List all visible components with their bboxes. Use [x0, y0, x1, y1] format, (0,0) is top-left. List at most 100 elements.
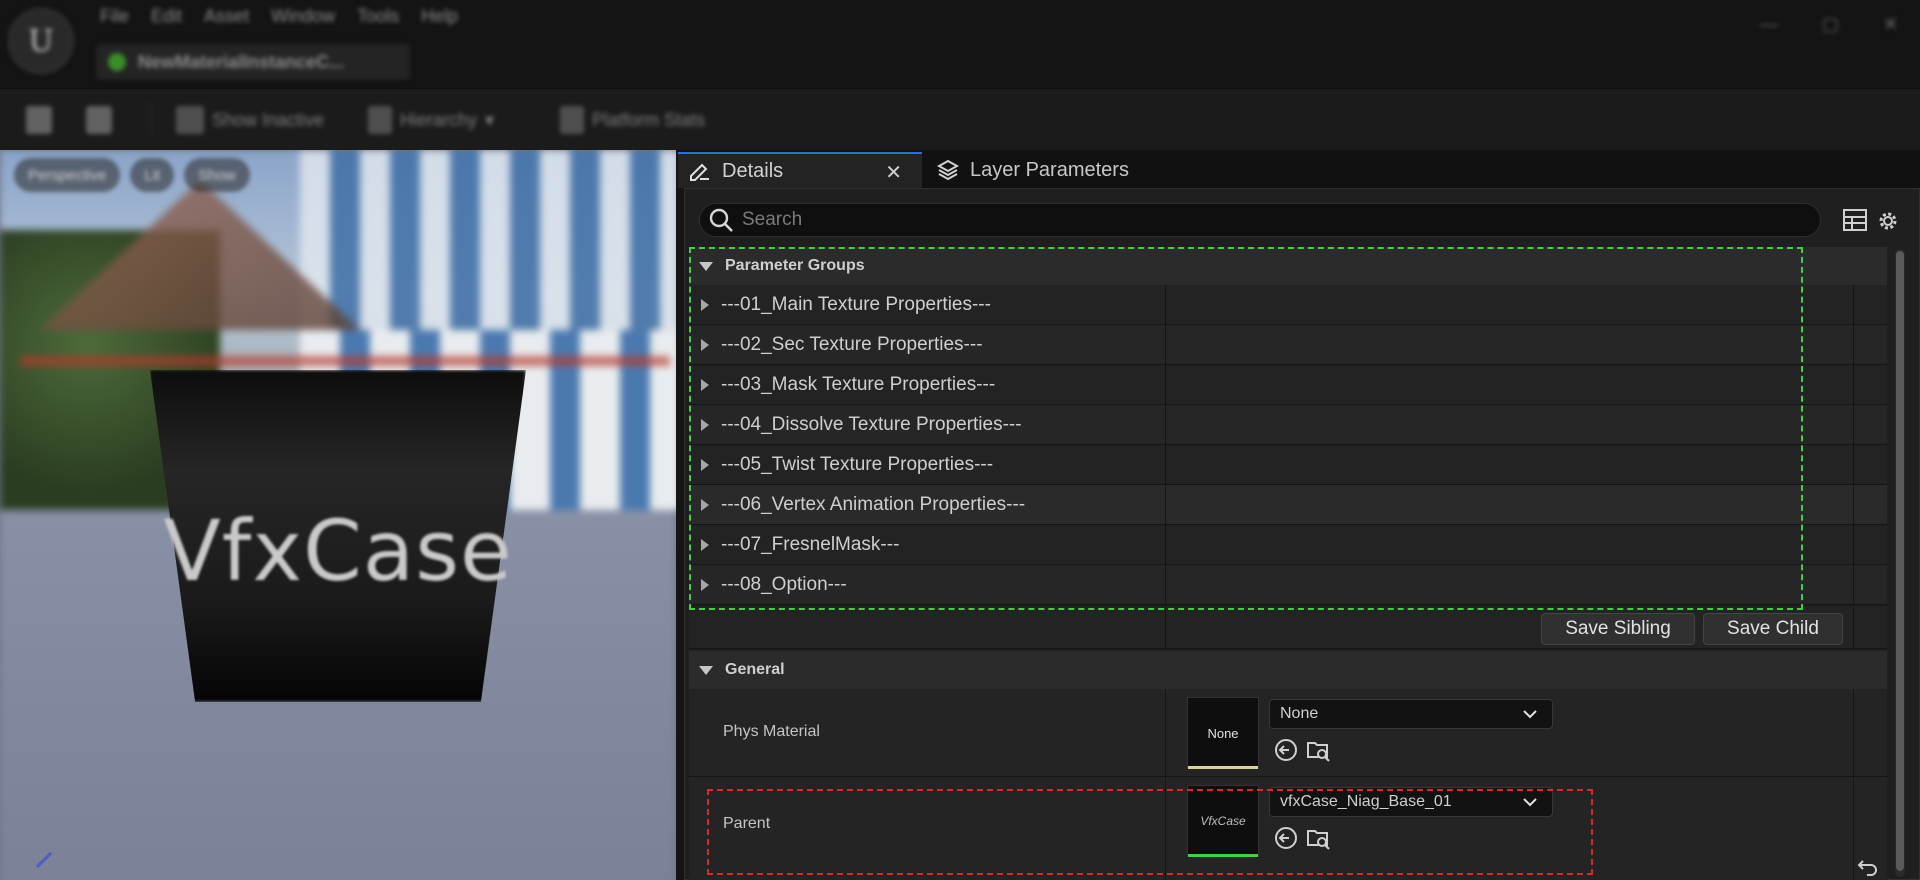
save-child-button[interactable]: Save Child	[1703, 613, 1843, 645]
window-controls: — ▢ ✕	[1760, 14, 1898, 35]
parameter-group-label: ---03_Mask Texture Properties---	[721, 373, 996, 395]
expand-arrow-icon	[701, 458, 709, 471]
search-input[interactable]	[742, 209, 1802, 231]
asset-editor-tab[interactable]: NewMaterialInstanceC...	[96, 44, 410, 80]
hierarchy-dropdown[interactable]: Hierarchy ▾	[368, 103, 494, 137]
save-sibling-button[interactable]: Save Sibling	[1541, 613, 1695, 645]
save-asset-button[interactable]	[26, 103, 52, 137]
use-selected-asset-icon[interactable]	[1273, 825, 1299, 851]
parent-material-value: vfxCase_Niag_Base_01	[1280, 793, 1452, 810]
hierarchy-icon	[176, 106, 204, 134]
menu-tools[interactable]: Tools	[357, 6, 421, 27]
parameter-group-label: ---04_Dissolve Texture Properties---	[721, 413, 1022, 435]
toolbar-divider	[150, 101, 151, 137]
expand-arrow-icon	[701, 378, 709, 391]
preview-viewport[interactable]: Perspective Lit Show VfxCase	[0, 150, 676, 880]
chevron-down-icon	[1523, 798, 1537, 807]
gear-icon[interactable]	[1875, 208, 1901, 234]
pencil-icon	[690, 163, 709, 181]
parameter-group-row[interactable]: ---06_Vertex Animation Properties---	[689, 485, 1887, 525]
expand-arrow-icon	[701, 418, 709, 431]
scrollbar-thumb[interactable]	[1896, 251, 1904, 871]
parameter-groups-header[interactable]: Parameter Groups	[689, 247, 1887, 285]
use-selected-asset-icon[interactable]	[1273, 737, 1299, 763]
parent-material-thumbnail[interactable]: VfxCase	[1187, 785, 1259, 857]
close-tab-icon[interactable]: ✕	[885, 160, 902, 185]
phys-material-thumbnail[interactable]: None	[1187, 697, 1259, 769]
parent-material-picker[interactable]: vfxCase_Niag_Base_01	[1269, 787, 1553, 817]
parameter-group-row[interactable]: ---03_Mask Texture Properties---	[689, 365, 1887, 405]
browse-to-asset-icon[interactable]	[1305, 737, 1331, 763]
layers-icon	[936, 159, 960, 181]
tab-details-label: Details	[722, 159, 784, 182]
parameter-group-label: ---01_Main Texture Properties---	[721, 293, 991, 315]
maximize-icon[interactable]: ▢	[1822, 14, 1839, 35]
details-panel: Details ✕ Layer Parameters Search Parame…	[678, 150, 1920, 880]
expand-arrow-icon	[701, 538, 709, 551]
parameter-group-row[interactable]: ---04_Dissolve Texture Properties---	[689, 405, 1887, 445]
parameter-group-row[interactable]: ---02_Sec Texture Properties---	[689, 325, 1887, 365]
phys-material-value: None	[1280, 705, 1319, 722]
parameter-group-row[interactable]: ---08_Option---	[689, 565, 1887, 605]
general-header[interactable]: General	[689, 651, 1887, 689]
show-inactive-button[interactable]: Show Inactive	[176, 103, 324, 137]
unreal-logo-icon[interactable]: U	[8, 8, 74, 74]
tab-layer-parameters[interactable]: Layer Parameters	[932, 152, 1129, 188]
folder-icon	[86, 106, 112, 134]
general-title: General	[725, 661, 785, 678]
platform-stats-icon	[560, 106, 584, 134]
chevron-down-icon: ▾	[485, 109, 495, 130]
show-button[interactable]: Show	[184, 158, 250, 192]
table-view-icon[interactable]	[1843, 209, 1867, 231]
phys-material-thumb-text: None	[1207, 725, 1239, 741]
material-instance-icon	[108, 53, 126, 71]
toolbar: Show Inactive Hierarchy ▾ Platform Stats	[0, 88, 1920, 150]
parameter-group-label: ---02_Sec Texture Properties---	[721, 333, 983, 355]
parameter-group-label: ---05_Twist Texture Properties---	[721, 453, 994, 475]
details-content: Parameter Groups ---01_Main Texture Prop…	[684, 188, 1920, 880]
title-bar: U File Edit Asset Window Tools Help NewM…	[0, 0, 1920, 88]
save-icon	[26, 106, 52, 134]
expand-arrow-icon	[701, 498, 709, 511]
expand-arrow-icon	[701, 578, 709, 591]
expand-arrow-icon	[701, 298, 709, 311]
platform-stats-button[interactable]: Platform Stats	[560, 103, 705, 137]
menu-window[interactable]: Window	[271, 6, 357, 27]
browse-to-asset-icon[interactable]	[1305, 825, 1331, 851]
browse-asset-button[interactable]	[86, 103, 112, 137]
menu-file[interactable]: File	[100, 6, 151, 27]
details-scrollbar[interactable]	[1895, 249, 1905, 877]
close-window-icon[interactable]: ✕	[1883, 14, 1898, 35]
menu-asset[interactable]: Asset	[204, 6, 271, 27]
tab-details[interactable]: Details ✕	[678, 152, 922, 188]
parameter-group-row[interactable]: ---07_FresnelMask---	[689, 525, 1887, 565]
collapse-chevron-icon	[699, 665, 713, 675]
minimize-icon[interactable]: —	[1760, 14, 1778, 35]
menu-help[interactable]: Help	[421, 6, 480, 27]
asset-type-color-bar	[1188, 766, 1258, 769]
asset-type-color-bar	[1188, 854, 1258, 857]
expand-arrow-icon	[701, 338, 709, 351]
hierarchy-label: Hierarchy	[400, 109, 478, 130]
lit-button[interactable]: Lit	[130, 158, 175, 192]
phys-material-picker[interactable]: None	[1269, 699, 1553, 729]
menu-edit[interactable]: Edit	[151, 6, 204, 27]
menu-bar: File Edit Asset Window Tools Help	[100, 6, 480, 27]
panel-tab-bar: Details ✕ Layer Parameters	[678, 150, 1920, 188]
collapse-chevron-icon	[699, 261, 713, 271]
parameter-group-label: ---08_Option---	[721, 573, 847, 595]
parameter-group-row[interactable]: ---05_Twist Texture Properties---	[689, 445, 1887, 485]
parent-thumb-text: VfxCase	[1200, 814, 1246, 828]
parameter-groups-title: Parameter Groups	[725, 257, 865, 274]
search-icon	[709, 208, 733, 232]
reset-to-default-icon[interactable]	[1857, 857, 1879, 877]
phys-material-label: Phys Material	[723, 723, 820, 740]
search-box	[699, 203, 1821, 237]
parameter-group-row[interactable]: ---01_Main Texture Properties---	[689, 285, 1887, 325]
mesh-logo-text: VfxCase	[163, 502, 513, 600]
perspective-button[interactable]: Perspective	[14, 158, 121, 192]
parent-label: Parent	[723, 815, 771, 832]
asset-tab-label: NewMaterialInstanceC...	[138, 51, 345, 72]
chevron-down-icon	[1523, 710, 1537, 719]
tab-layer-parameters-label: Layer Parameters	[970, 158, 1129, 181]
